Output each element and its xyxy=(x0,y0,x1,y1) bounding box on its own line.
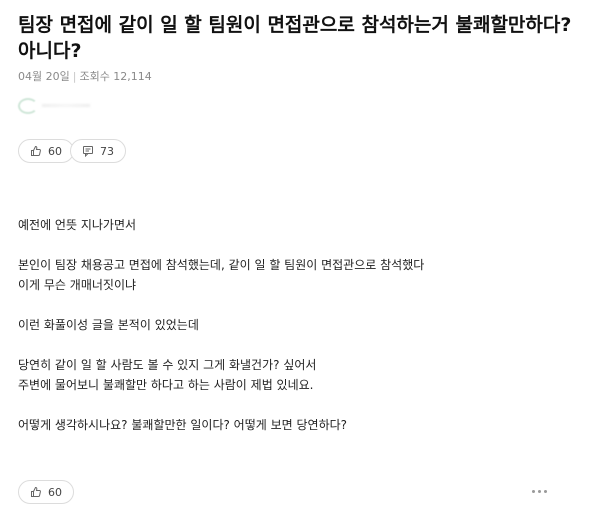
body-line: 이런 화풀이성 글을 본적이 있었는데 xyxy=(18,318,199,332)
bottom-like-count: 60 xyxy=(48,485,62,499)
meta-separator: | xyxy=(72,70,77,83)
author-avatar xyxy=(18,98,38,114)
thumbs-up-icon xyxy=(31,145,41,156)
comment-button[interactable]: 73 xyxy=(70,139,126,163)
post-meta: 04월 20일 | 조회수 12,114 xyxy=(18,68,152,84)
bottom-like-button[interactable]: 60 xyxy=(18,480,74,504)
author-name-blurred xyxy=(42,104,90,107)
post-title: 팀장 면접에 같이 일 할 팀원이 면접관으로 참석하는거 불쾌할만하다? 아니… xyxy=(18,14,572,62)
more-dots-icon xyxy=(531,489,535,493)
post-date: 04월 20일 xyxy=(18,70,70,83)
view-count: 조회수 12,114 xyxy=(79,70,152,83)
author-info-blurred xyxy=(18,96,98,114)
body-line: 이게 무슨 개매너짓이냐 xyxy=(18,278,137,292)
thumbs-up-icon xyxy=(31,486,41,497)
more-options-button[interactable] xyxy=(528,484,550,498)
body-line: 주변에 물어보니 불쾌할만 하다고 하는 사람이 제법 있네요. xyxy=(18,378,314,392)
post-view: 팀장 면접에 같이 일 할 팀원이 면접관으로 참석하는거 불쾌할만하다? 아니… xyxy=(0,0,600,512)
body-line: 어떻게 생각하시나요? 불쾌할만한 일이다? 어떻게 보면 당연하다? xyxy=(18,418,348,432)
body-line: 당연히 같이 일 할 사람도 볼 수 있지 그게 화낼건가? 싶어서 xyxy=(18,358,317,372)
comment-count: 73 xyxy=(100,144,114,158)
body-line: 본인이 팀장 채용공고 면접에 참석했는데, 같이 일 할 팀원이 면접관으로 … xyxy=(18,258,425,272)
more-dots-icon xyxy=(537,489,541,493)
post-body: 예전에 언뜻 지나가면서 본인이 팀장 채용공고 면접에 참석했는데, 같이 일… xyxy=(18,215,578,435)
like-button[interactable]: 60 xyxy=(18,139,74,163)
comment-icon xyxy=(83,146,93,157)
more-dots-icon xyxy=(543,489,547,493)
body-line: 예전에 언뜻 지나가면서 xyxy=(18,218,137,232)
like-count: 60 xyxy=(48,144,62,158)
